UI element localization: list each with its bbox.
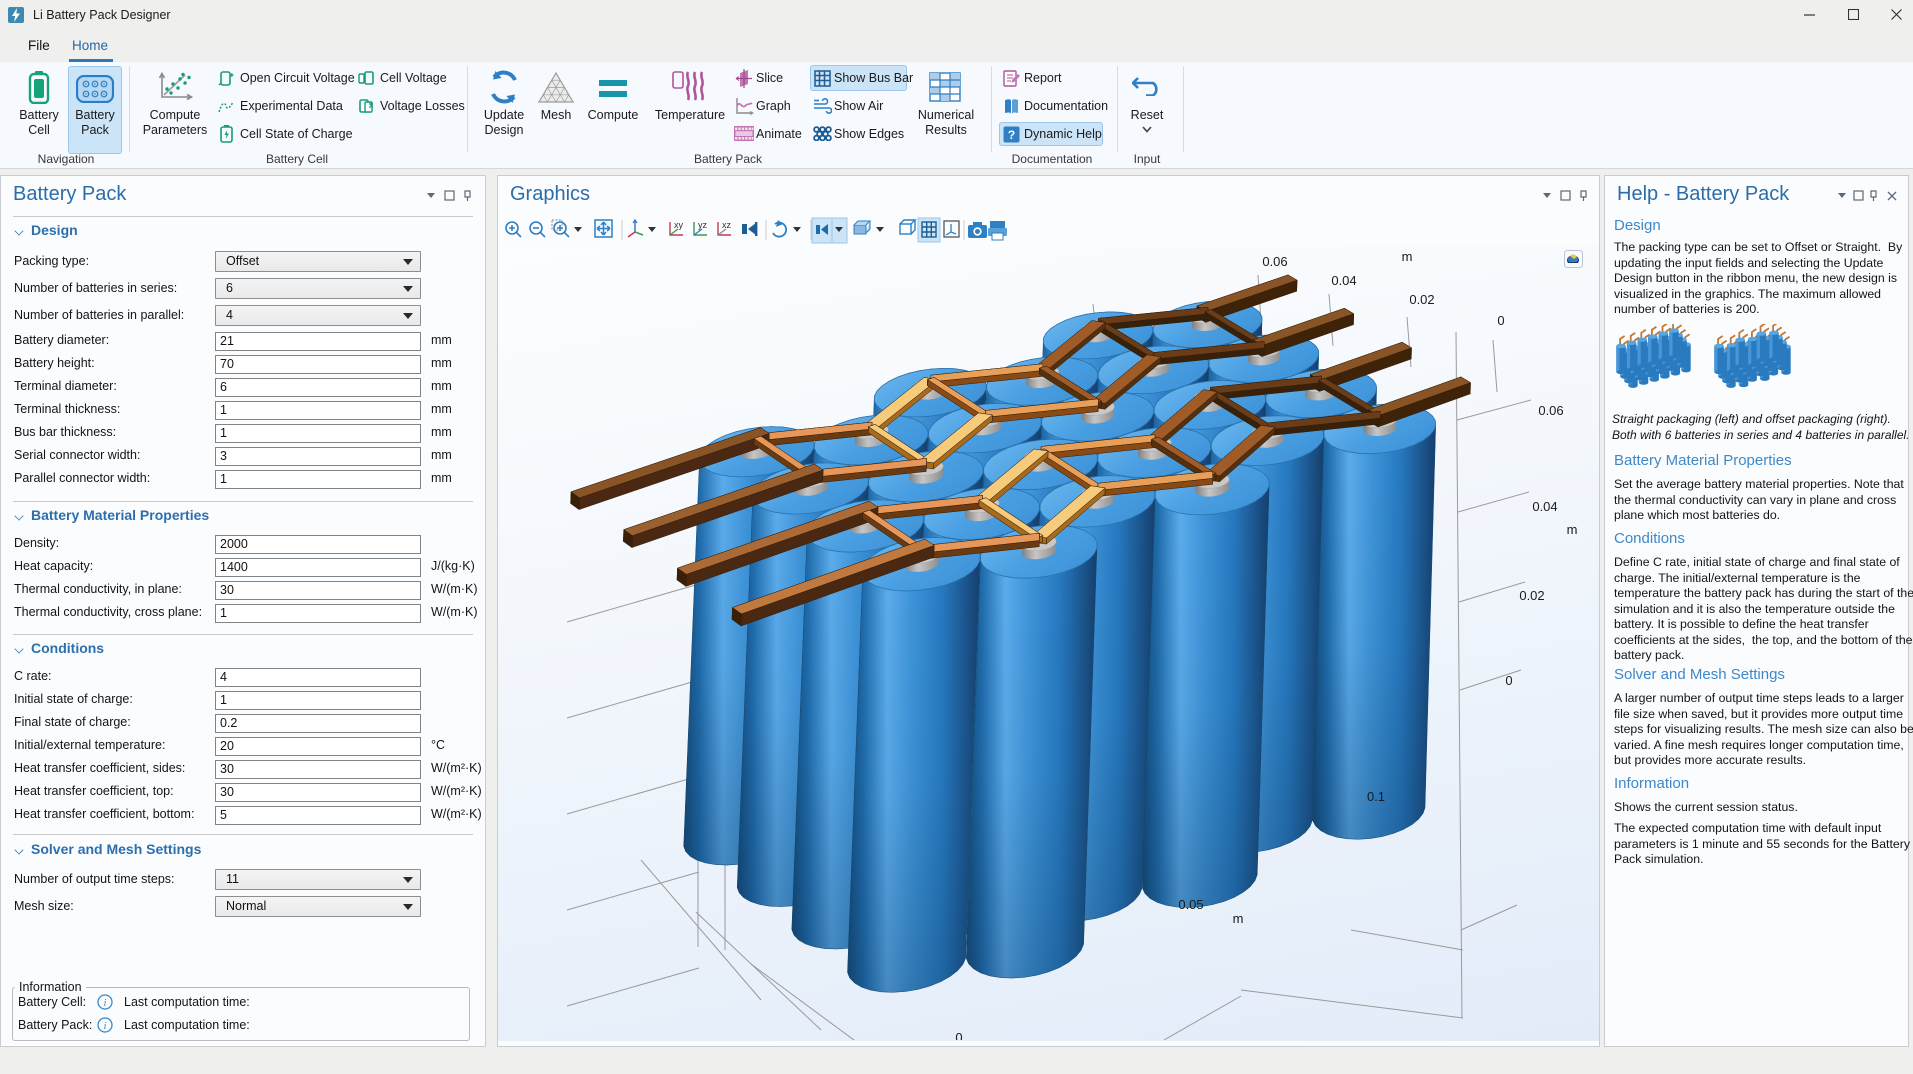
svg-text:xy: xy: [674, 220, 684, 230]
svg-text:i: i: [104, 998, 107, 1009]
svg-text:m: m: [1402, 249, 1413, 264]
svg-text:0.04: 0.04: [1331, 273, 1356, 288]
svg-text:m: m: [1567, 522, 1578, 537]
svg-text:?: ?: [1008, 128, 1015, 142]
svg-text:0.04: 0.04: [1532, 499, 1557, 514]
svg-text:0.02: 0.02: [1409, 292, 1434, 307]
svg-text:xz: xz: [722, 220, 732, 230]
svg-text:0: 0: [1497, 313, 1504, 328]
svg-text:0.02: 0.02: [1519, 588, 1544, 603]
svg-text:0: 0: [1505, 673, 1512, 688]
svg-text:0.05: 0.05: [1178, 897, 1203, 912]
svg-text:0.1: 0.1: [1367, 789, 1385, 804]
svg-text:yz: yz: [698, 220, 708, 230]
svg-text:m: m: [1233, 911, 1244, 926]
svg-text:0.06: 0.06: [1538, 403, 1563, 418]
svg-text:0: 0: [955, 1030, 962, 1040]
svg-text:0.06: 0.06: [1262, 254, 1287, 269]
svg-text:i: i: [104, 1021, 107, 1032]
